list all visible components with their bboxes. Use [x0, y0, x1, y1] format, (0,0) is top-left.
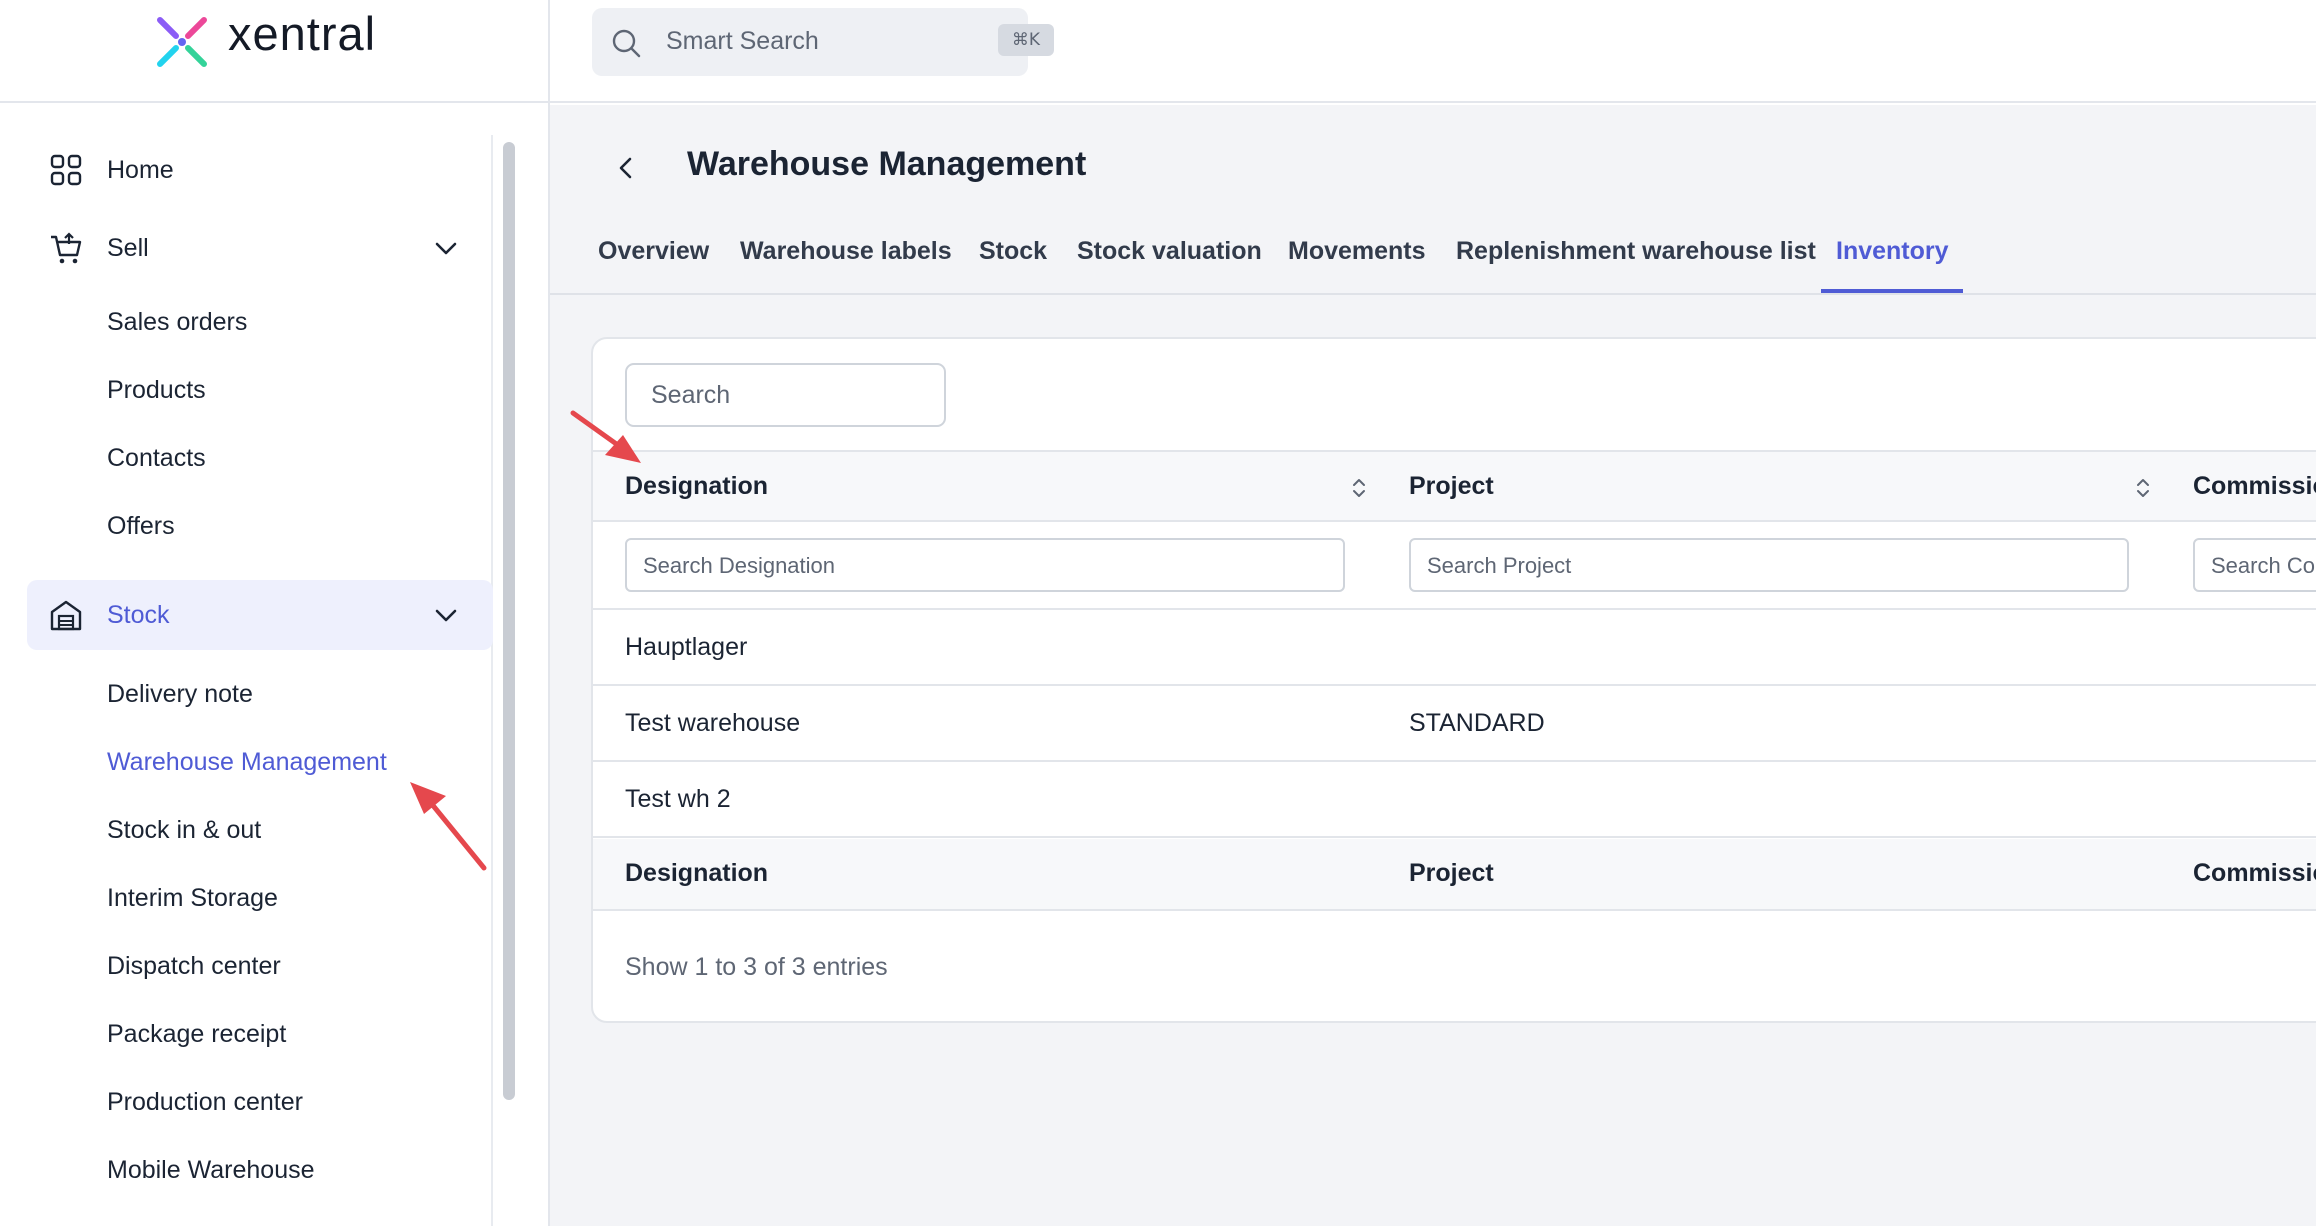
tab-stock[interactable]: Stock — [979, 227, 1047, 293]
logo-bar: xentral — [0, 0, 548, 103]
grid-icon — [50, 154, 82, 186]
active-tab-indicator — [1821, 289, 1963, 293]
sidebar-subitem-mobile-warehouse[interactable]: Mobile Warehouse — [107, 1156, 315, 1185]
table-row[interactable]: Hauptlager — [593, 610, 2316, 686]
smart-search-placeholder: Smart Search — [666, 27, 819, 55]
sidebar-scrollbar-thumb[interactable] — [503, 142, 515, 1100]
sidebar-subitem-production-center[interactable]: Production center — [107, 1088, 303, 1117]
column-header-designation[interactable]: Designation — [625, 472, 768, 501]
sidebar-subitem-interim-storage[interactable]: Interim Storage — [107, 884, 278, 913]
filter-placeholder: Search Designation — [643, 553, 836, 578]
designation-cell: Test warehouse — [625, 709, 801, 737]
footer-column-designation: Designation — [625, 859, 769, 887]
table-search-placeholder: Search — [651, 381, 731, 409]
chevron-down-icon[interactable] — [431, 600, 461, 630]
sidebar-subitem-dispatch-center[interactable]: Dispatch center — [107, 952, 281, 981]
tab-stock-valuation[interactable]: Stock valuation — [1077, 227, 1262, 293]
commission-filter-input[interactable]: Search Co — [2193, 538, 2316, 592]
tab-replenishment-warehouse-list[interactable]: Replenishment warehouse list — [1456, 227, 1816, 293]
tab-warehouse-labels[interactable]: Warehouse labels — [740, 227, 952, 293]
cart-icon — [51, 232, 82, 264]
sidebar-subitem-delivery-note[interactable]: Delivery note — [107, 680, 253, 709]
inventory-table-card: Search Designation Project Commissio Sea… — [591, 337, 2316, 1023]
sidebar-item-label: Stock — [107, 600, 170, 629]
designation-cell: Hauptlager — [625, 633, 748, 661]
filter-placeholder: Search Co — [2211, 553, 2315, 578]
sidebar-item-home[interactable]: Home — [27, 135, 493, 205]
main-content: Warehouse Management Overview Warehouse … — [550, 105, 2316, 1226]
filter-placeholder: Search Project — [1427, 553, 1572, 578]
warehouse-icon — [50, 600, 82, 631]
sidebar-subitem-products[interactable]: Products — [107, 376, 206, 405]
sort-icon[interactable] — [2133, 474, 2153, 502]
sidebar-subitem-warehouse-management[interactable]: Warehouse Management — [107, 748, 387, 777]
sidebar-subitem-sales-orders[interactable]: Sales orders — [107, 308, 247, 337]
project-filter-input[interactable]: Search Project — [1409, 538, 2129, 592]
page-title: Warehouse Management — [687, 145, 1087, 183]
project-cell: STANDARD — [1409, 709, 1545, 737]
sidebar-subitem-package-receipt[interactable]: Package receipt — [107, 1020, 286, 1049]
chevron-down-icon[interactable] — [431, 233, 461, 263]
xentral-logo-icon — [157, 17, 207, 67]
sidebar-item-label: Home — [107, 155, 174, 184]
column-header-commission[interactable]: Commissio — [2193, 472, 2316, 501]
footer-column-commission: Commissio — [2193, 859, 2316, 887]
smart-search-input[interactable]: Smart Search ⌘K — [592, 8, 1054, 76]
sidebar-subitem-stock-in-out[interactable]: Stock in & out — [107, 816, 261, 845]
table-search-input[interactable]: Search — [625, 363, 946, 427]
entries-count-text: Show 1 to 3 of 3 entries — [625, 953, 888, 981]
table-row[interactable]: Test warehouse STANDARD — [593, 686, 2316, 762]
tab-inventory[interactable]: Inventory — [1836, 227, 1949, 293]
sidebar-item-sell[interactable]: Sell — [27, 213, 493, 283]
tab-overview[interactable]: Overview — [598, 227, 709, 293]
sidebar-subitem-offers[interactable]: Offers — [107, 512, 175, 541]
brand-name: xentral — [228, 7, 377, 60]
table-row[interactable]: Test wh 2 — [593, 762, 2316, 838]
table-filter-row: Search Designation Search Project Search… — [593, 522, 2316, 610]
keyboard-shortcut-badge: ⌘K — [998, 24, 1054, 56]
sidebar-item-label: Sell — [107, 233, 149, 262]
search-icon — [612, 29, 641, 58]
back-arrow-icon[interactable] — [608, 150, 644, 186]
designation-filter-input[interactable]: Search Designation — [625, 538, 1345, 592]
table-footer: Designation Project Commissio — [593, 839, 2316, 911]
sidebar-nav: Home Sell Sales orders Products Contacts… — [0, 135, 493, 1226]
designation-cell: Test wh 2 — [625, 785, 731, 813]
top-bar: Smart Search ⌘K — [550, 0, 2316, 103]
footer-column-project: Project — [1409, 859, 1494, 887]
tab-movements[interactable]: Movements — [1288, 227, 1426, 293]
sort-icon[interactable] — [1349, 474, 1369, 502]
table-header: Designation Project Commissio — [593, 450, 2316, 522]
sidebar-item-stock[interactable]: Stock — [27, 580, 493, 650]
sidebar-subitem-contacts[interactable]: Contacts — [107, 444, 206, 473]
sidebar: xentral Home Sell Sales orders Products … — [0, 0, 550, 1226]
column-header-project[interactable]: Project — [1409, 472, 1494, 501]
tab-bar: Overview Warehouse labels Stock Stock va… — [550, 227, 2316, 295]
